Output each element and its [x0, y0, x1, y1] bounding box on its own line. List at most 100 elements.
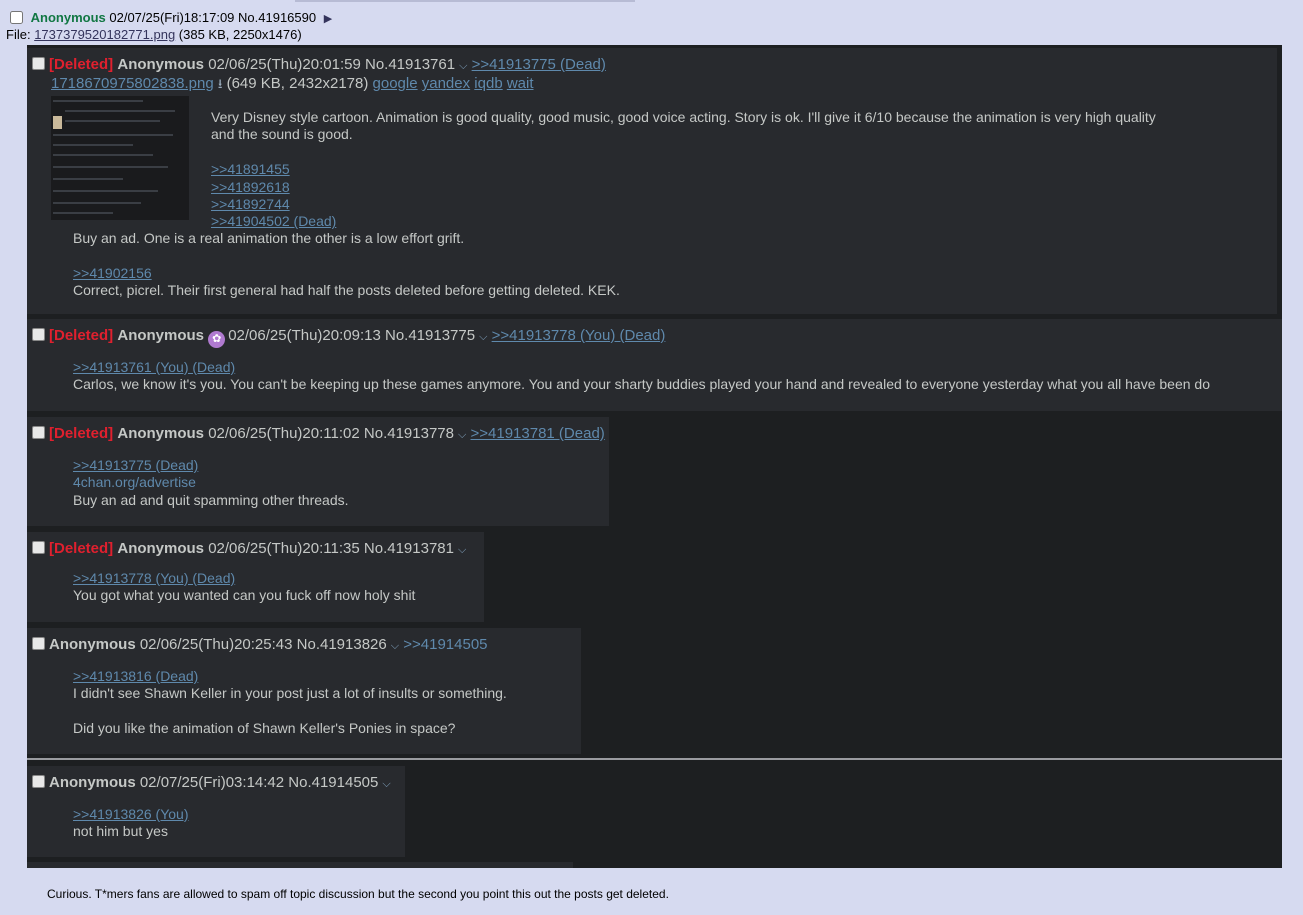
- download-icon[interactable]: ⭳: [218, 76, 223, 91]
- post-datetime: 02/06/25(Thu)20:11:02: [208, 425, 360, 442]
- reply-post-41913761: [Deleted] Anonymous 02/06/25(Thu)20:01:5…: [27, 48, 1277, 314]
- post-header: Anonymous 02/06/25(Thu)20:25:43 No.41913…: [32, 636, 488, 653]
- op-datetime: 02/07/25(Fri)18:17:09: [109, 10, 235, 25]
- reply-post-41913778: [Deleted] Anonymous 02/06/25(Thu)20:11:0…: [27, 417, 609, 526]
- post-datetime: 02/06/25(Thu)20:09:13: [228, 327, 381, 344]
- post-text-line: Very Disney style cartoon. Animation is …: [211, 109, 1156, 125]
- reply-post-41914505: Anonymous 02/07/25(Fri)03:14:42 No.41914…: [27, 766, 405, 857]
- op-file-label: File:: [6, 27, 31, 42]
- post-text-line: Carlos, we know it's you. You can't be k…: [73, 376, 1210, 393]
- post-text-line: I didn't see Shawn Keller in your post j…: [73, 685, 507, 702]
- post-text-line: and the sound is good.: [211, 126, 353, 143]
- op-file-link[interactable]: 1737379520182771.png: [34, 27, 175, 42]
- post-select-checkbox[interactable]: [32, 637, 45, 650]
- backlink[interactable]: >>41913778 (You) (Dead): [492, 327, 666, 344]
- op-post-header: Anonymous 02/07/25(Fri)18:17:09 No.41916…: [10, 10, 332, 25]
- inline-thread-viewer: [Deleted] Anonymous 02/06/25(Thu)20:01:5…: [27, 45, 1282, 868]
- deleted-label: [Deleted]: [49, 327, 114, 344]
- quote-link[interactable]: >>41913778 (You) (Dead): [73, 570, 235, 586]
- chevron-down-icon[interactable]: ⌵: [459, 60, 467, 72]
- post-header: [Deleted] Anonymous 02/06/25(Thu)20:11:3…: [32, 540, 466, 557]
- post-header: [Deleted] Anonymous 02/06/25(Thu)20:01:5…: [32, 56, 606, 73]
- deleted-label: [Deleted]: [49, 425, 114, 442]
- op-select-checkbox[interactable]: [10, 11, 23, 24]
- reply-post-partial: [27, 862, 573, 868]
- search-iqdb-link[interactable]: iqdb: [474, 75, 502, 92]
- post-number[interactable]: No.41914505: [288, 774, 378, 791]
- quote-link[interactable]: >>41913816 (Dead): [73, 668, 198, 684]
- post-menu-arrow-icon[interactable]: ▶: [324, 13, 332, 25]
- thumbnail-image-icon: [53, 116, 62, 129]
- post-text-line: Did you like the animation of Shawn Kell…: [73, 720, 456, 737]
- post-number[interactable]: No.41913826: [297, 636, 387, 653]
- pony-flag-icon: ✿: [208, 331, 226, 348]
- quote-link[interactable]: >>41891455: [211, 161, 290, 177]
- separator-line: [27, 758, 1282, 760]
- op-poster-name: Anonymous: [30, 10, 106, 25]
- chevron-down-icon[interactable]: ⌵: [382, 778, 390, 790]
- post-select-checkbox[interactable]: [32, 57, 45, 70]
- post-number[interactable]: No.41913778: [364, 425, 454, 442]
- poster-name: Anonymous: [117, 540, 205, 557]
- top-scroll-indicator: [295, 0, 635, 2]
- post-datetime: 02/06/25(Thu)20:01:59: [208, 56, 361, 73]
- post-select-checkbox[interactable]: [32, 541, 45, 554]
- chevron-down-icon[interactable]: ⌵: [458, 429, 466, 441]
- search-wait-link[interactable]: wait: [507, 75, 534, 92]
- post-thumbnail[interactable]: [51, 96, 189, 220]
- post-number[interactable]: No.41913781: [364, 540, 454, 557]
- poster-name: Anonymous: [117, 425, 205, 442]
- op-file-size: (385 KB, 2250x1476): [178, 27, 302, 42]
- op-post-number[interactable]: No.41916590: [238, 10, 316, 25]
- deleted-label: [Deleted]: [49, 56, 114, 73]
- quote-link[interactable]: >>41902156: [73, 265, 152, 281]
- backlink[interactable]: >>41913781 (Dead): [471, 425, 605, 442]
- reply-post-41913781: [Deleted] Anonymous 02/06/25(Thu)20:11:3…: [27, 532, 484, 622]
- quote-link[interactable]: >>41892744: [211, 196, 290, 212]
- post-text-line: Buy an ad. One is a real animation the o…: [73, 230, 465, 246]
- reply-post-41913826: Anonymous 02/06/25(Thu)20:25:43 No.41913…: [27, 628, 581, 754]
- poster-name: Anonymous: [49, 774, 136, 791]
- post-text-line: Correct, picrel. Their first general had…: [73, 282, 620, 299]
- post-header: [Deleted] Anonymous ✿ 02/06/25(Thu)20:09:…: [32, 327, 665, 348]
- post-text-line: You got what you wanted can you fuck off…: [73, 587, 416, 604]
- post-header: Anonymous 02/07/25(Fri)03:14:42 No.41914…: [32, 774, 391, 791]
- chevron-down-icon[interactable]: ⌵: [479, 331, 487, 343]
- post-text-lower: Buy an ad. One is a real animation the o…: [73, 230, 620, 300]
- post-file-info: 1718670975802838.png ⭳ (649 KB, 2432x217…: [51, 75, 534, 97]
- post-text: >>41913761 (You) (Dead) Carlos, we know …: [73, 359, 1210, 394]
- deleted-label: [Deleted]: [49, 540, 114, 557]
- chevron-down-icon[interactable]: ⌵: [391, 640, 399, 652]
- post-datetime: 02/07/25(Fri)03:14:42: [139, 774, 285, 791]
- reply-post-41913775: [Deleted] Anonymous ✿ 02/06/25(Thu)20:09:…: [27, 319, 1282, 411]
- post-text: >>41913775 (Dead) 4chan.org/advertise Bu…: [73, 457, 349, 509]
- post-datetime: 02/06/25(Thu)20:25:43: [139, 636, 293, 653]
- post-text-line: Buy an ad and quit spamming other thread…: [73, 491, 349, 508]
- file-link[interactable]: 1718670975802838.png: [51, 75, 214, 92]
- quote-link[interactable]: >>41904502 (Dead): [211, 213, 336, 229]
- search-yandex-link[interactable]: yandex: [422, 75, 470, 92]
- op-comment-text: Curious. T*mers fans are allowed to spam…: [47, 887, 669, 901]
- backlink[interactable]: >>41913775 (Dead): [472, 56, 606, 73]
- quote-link[interactable]: >>41913826 (You): [73, 806, 188, 822]
- post-text: >>41913778 (You) (Dead) You got what you…: [73, 570, 415, 605]
- quote-link[interactable]: >>41913775 (Dead): [73, 457, 198, 473]
- post-select-checkbox[interactable]: [32, 328, 45, 341]
- post-datetime: 02/06/25(Thu)20:11:35: [208, 540, 360, 557]
- poster-name: Anonymous: [49, 636, 136, 653]
- post-select-checkbox[interactable]: [32, 426, 45, 439]
- post-select-checkbox[interactable]: [32, 775, 45, 788]
- post-header: [Deleted] Anonymous 02/06/25(Thu)20:11:0…: [32, 425, 605, 442]
- file-size: (649 KB, 2432x2178): [226, 75, 369, 92]
- search-google-link[interactable]: google: [373, 75, 418, 92]
- post-number[interactable]: No.41913775: [385, 327, 475, 344]
- chevron-down-icon[interactable]: ⌵: [458, 544, 466, 556]
- quote-link[interactable]: >>41913761 (You) (Dead): [73, 359, 235, 375]
- poster-name: Anonymous: [117, 56, 205, 73]
- post-number[interactable]: No.41913761: [365, 56, 455, 73]
- quote-link[interactable]: >>41892618: [211, 179, 290, 195]
- post-text: >>41913816 (Dead) I didn't see Shawn Kel…: [73, 668, 507, 738]
- backlink[interactable]: >>41914505: [403, 636, 487, 653]
- advertise-link[interactable]: 4chan.org/advertise: [73, 474, 196, 490]
- poster-name: Anonymous: [117, 327, 205, 344]
